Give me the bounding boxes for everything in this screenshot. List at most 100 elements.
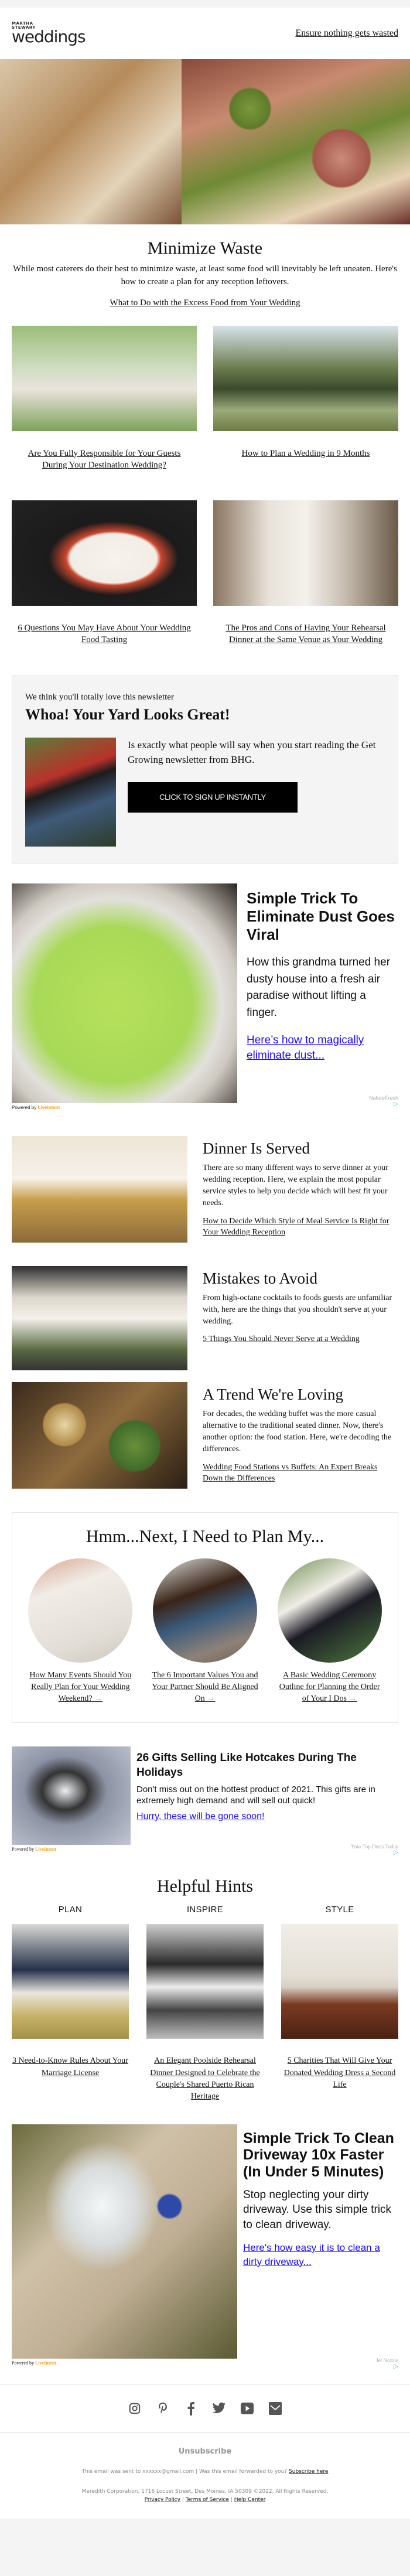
- subscribe-link[interactable]: Subscribe here: [289, 2469, 328, 2475]
- ad-image[interactable]: [12, 2124, 237, 2359]
- twitter-icon[interactable]: [211, 2401, 227, 2416]
- hero-platter-image: [182, 59, 410, 224]
- sponsored-ad-3: Simple Trick To Clean Driveway 10x Faste…: [0, 2124, 410, 2370]
- ad-link[interactable]: Here’s how to magically eliminate dust..…: [247, 1033, 398, 1063]
- hint-image[interactable]: [281, 1924, 398, 2039]
- promo-body: Is exactly what people will say when you…: [128, 739, 376, 766]
- article-link[interactable]: Are You Fully Responsible for Your Guest…: [12, 448, 197, 472]
- ad-title[interactable]: Simple Trick To Clean Driveway 10x Faste…: [243, 2130, 398, 2181]
- liveintent-logo: LiveIntent: [35, 1847, 56, 1852]
- feature-image[interactable]: [12, 1381, 187, 1489]
- hero-bread-image: [0, 59, 182, 224]
- header: MARTHA STEWART weddings Ensure nothing g…: [0, 8, 410, 59]
- top-margin: [0, 0, 410, 8]
- social-links: [0, 2384, 410, 2432]
- plan-title: Hmm...Next, I Need to Plan My...: [86, 1526, 324, 1546]
- feature-link[interactable]: How to Decide Which Style of Meal Servic…: [203, 1216, 398, 1238]
- separator: |: [182, 2496, 184, 2503]
- article-card: How to Plan a Wedding in 9 Months: [213, 325, 398, 472]
- plan-link[interactable]: A Basic Wedding Ceremony Outline for Pla…: [275, 1670, 384, 1705]
- company-address: Meredith Corporation, 1716 Locust Street…: [23, 2488, 387, 2505]
- ad-body: Stop neglecting your dirty driveway. Use…: [243, 2188, 392, 2232]
- ad-title[interactable]: 26 Gifts Selling Like Hotcakes During Th…: [136, 1751, 398, 1780]
- ad-body: Don't miss out on the hottest product of…: [136, 1784, 375, 1806]
- hint-category: STYLE: [325, 1905, 354, 1915]
- feature-image[interactable]: [12, 1135, 187, 1243]
- powered-prefix: Powered by: [12, 1847, 34, 1852]
- hint-link[interactable]: 3 Need-to-Know Rules About Your Marriage…: [12, 2055, 129, 2079]
- footer: Unsubscribe This email was sent to xxxxx…: [0, 2433, 410, 2519]
- powered-by-liveintent[interactable]: Powered by LiveIntent: [12, 1105, 60, 1110]
- feature-title: Mistakes to Avoid: [203, 1269, 318, 1287]
- brand-logo[interactable]: MARTHA STEWART weddings: [12, 22, 86, 45]
- feature-link[interactable]: 5 Things You Should Never Serve at a Wed…: [203, 1333, 398, 1345]
- intro-title: Minimize Waste: [147, 238, 263, 258]
- facebook-icon[interactable]: [183, 2401, 199, 2416]
- article-row-2: 6 Questions You May Have About Your Wedd…: [0, 471, 410, 646]
- feature-title: Dinner Is Served: [203, 1139, 310, 1157]
- plan-link[interactable]: The 6 Important Values You and Your Part…: [151, 1670, 259, 1705]
- hint-item: STYLE 5 Charities That Will Give Your Do…: [281, 1905, 398, 2103]
- intro-section: Minimize Waste While most caterers do th…: [0, 224, 410, 308]
- promo-gardener-image[interactable]: [25, 737, 116, 847]
- plan-link[interactable]: How Many Events Should You Really Plan f…: [26, 1670, 135, 1705]
- plan-image[interactable]: [28, 1558, 133, 1663]
- hint-image[interactable]: [12, 1924, 129, 2039]
- ad-link[interactable]: Hurry, these will be gone soon!: [136, 1811, 398, 1822]
- signup-button[interactable]: CLICK TO SIGN UP INSTANTLY: [128, 782, 298, 813]
- hint-item: INSPIRE An Elegant Poolside Rehearsal Di…: [146, 1905, 264, 2103]
- powered-prefix: Powered by: [12, 1104, 37, 1110]
- article-image[interactable]: [12, 325, 197, 431]
- adchoices-icon[interactable]: ▷: [369, 1101, 398, 1107]
- article-link[interactable]: 6 Questions You May Have About Your Wedd…: [12, 622, 197, 646]
- adchoices-icon[interactable]: ▷: [12, 1850, 398, 1856]
- article-card: 6 Questions You May Have About Your Wedd…: [12, 500, 197, 646]
- feature-body: For decades, the wedding buffet was the …: [203, 1409, 392, 1454]
- helpful-hints-section: Helpful Hints PLAN 3 Need-to-Know Rules …: [0, 1876, 410, 2103]
- article-image[interactable]: [213, 500, 398, 606]
- intro-link[interactable]: What to Do with the Excess Food from You…: [110, 298, 300, 308]
- hint-item: PLAN 3 Need-to-Know Rules About Your Mar…: [12, 1905, 129, 2103]
- arrow-right-icon: →: [207, 1694, 216, 1704]
- article-image[interactable]: [12, 500, 197, 606]
- newsletter-promo: We think you'll totally love this newsle…: [12, 675, 398, 864]
- ad-link[interactable]: Here's how easy it is to clean a dirty d…: [243, 2241, 398, 2269]
- terms-of-service-link[interactable]: Terms of Service: [186, 2497, 229, 2503]
- next-plan-section: Hmm...Next, I Need to Plan My... How Man…: [12, 1512, 398, 1724]
- adchoices-icon[interactable]: ▷: [12, 2363, 398, 2370]
- unsubscribe-link[interactable]: Unsubscribe: [179, 2447, 232, 2456]
- feature-title: A Trend We're Loving: [203, 1385, 343, 1403]
- logo-wordmark: weddings: [12, 27, 86, 46]
- hint-category: PLAN: [58, 1905, 83, 1915]
- article-image[interactable]: [213, 325, 398, 431]
- instagram-icon[interactable]: [127, 2401, 142, 2416]
- hero-image[interactable]: [0, 59, 410, 224]
- ad-image[interactable]: [12, 883, 237, 1103]
- sent-info: This email was sent to xxxxxx@gmail.com …: [23, 2469, 387, 2475]
- email-icon[interactable]: [268, 2401, 283, 2416]
- feature-link[interactable]: Wedding Food Stations vs Buffets: An Exp…: [203, 1462, 398, 1485]
- help-center-link[interactable]: Help Center: [234, 2497, 266, 2503]
- hint-link[interactable]: An Elegant Poolside Rehearsal Dinner Des…: [146, 2055, 264, 2103]
- ad-image[interactable]: [12, 1746, 131, 1845]
- plan-image[interactable]: [277, 1558, 382, 1663]
- liveintent-logo: LiveIntent: [35, 2360, 56, 2366]
- arrow-right-icon: →: [348, 1694, 357, 1704]
- article-link[interactable]: How to Plan a Wedding in 9 Months: [213, 448, 398, 459]
- hint-image[interactable]: [146, 1924, 264, 2039]
- feature-section: Dinner Is Served There are so many diffe…: [0, 1135, 410, 1243]
- plan-image[interactable]: [152, 1558, 257, 1663]
- hint-category: INSPIRE: [186, 1905, 224, 1915]
- privacy-policy-link[interactable]: Privacy Policy: [145, 2497, 180, 2503]
- pinterest-icon[interactable]: [155, 2401, 170, 2416]
- feature-image[interactable]: [12, 1265, 187, 1370]
- email-body: MARTHA STEWART weddings Ensure nothing g…: [0, 8, 410, 2519]
- article-card: The Pros and Cons of Having Your Rehears…: [213, 500, 398, 646]
- ad-title[interactable]: Simple Trick To Eliminate Dust Goes Vira…: [247, 889, 398, 944]
- header-topic-link[interactable]: Ensure nothing gets wasted: [295, 28, 398, 39]
- article-link[interactable]: The Pros and Cons of Having Your Rehears…: [213, 622, 398, 646]
- liveintent-logo: LiveIntent: [37, 1104, 60, 1110]
- youtube-icon[interactable]: [240, 2401, 255, 2416]
- hint-link[interactable]: 5 Charities That Will Give Your Donated …: [281, 2055, 398, 2091]
- intro-body: While most caterers do their best to min…: [13, 264, 397, 286]
